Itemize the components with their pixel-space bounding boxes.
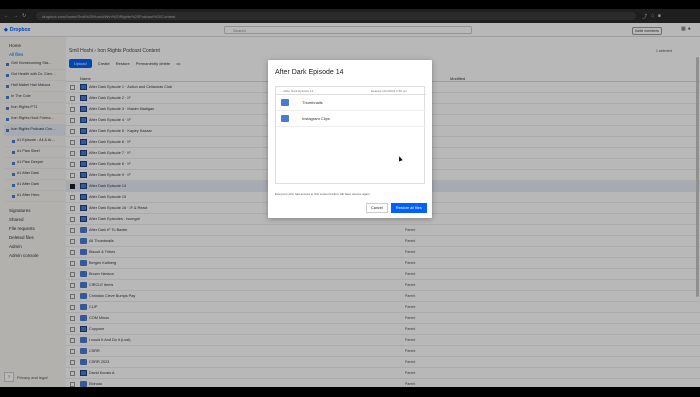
folder-icon [281,115,289,122]
modal-item-name: Thumbnails [302,100,323,105]
modal-deleted-date: Deleted 11/1/2023 2:55 pm [371,89,407,93]
modal-file-panel: …/After Dark Episode 14 Deleted 11/1/202… [275,86,426,184]
modal-item[interactable]: Thumbnails [276,95,426,111]
modal-title: After Dark Episode 14 [275,69,344,76]
modal-item[interactable]: Instagram Clips [276,111,426,127]
modal-path: …/After Dark Episode 14 [280,89,314,93]
screen: ← → ↻ dropbox.com/home/Smll%20Hoshi/Win%… [0,9,700,387]
folder-icon [281,99,289,106]
cancel-button[interactable]: Cancel [366,203,388,213]
restore-all-files-button[interactable]: Restore all files [390,203,427,213]
modal-note: Everyone who had access to this content … [275,192,371,196]
modal-item-name: Instagram Clips [302,116,330,121]
restore-modal: After Dark Episode 14 …/After Dark Episo… [268,60,432,218]
modal-buttons: Cancel Restore all files [366,203,427,213]
modal-panel-header: …/After Dark Episode 14 Deleted 11/1/202… [276,87,426,95]
